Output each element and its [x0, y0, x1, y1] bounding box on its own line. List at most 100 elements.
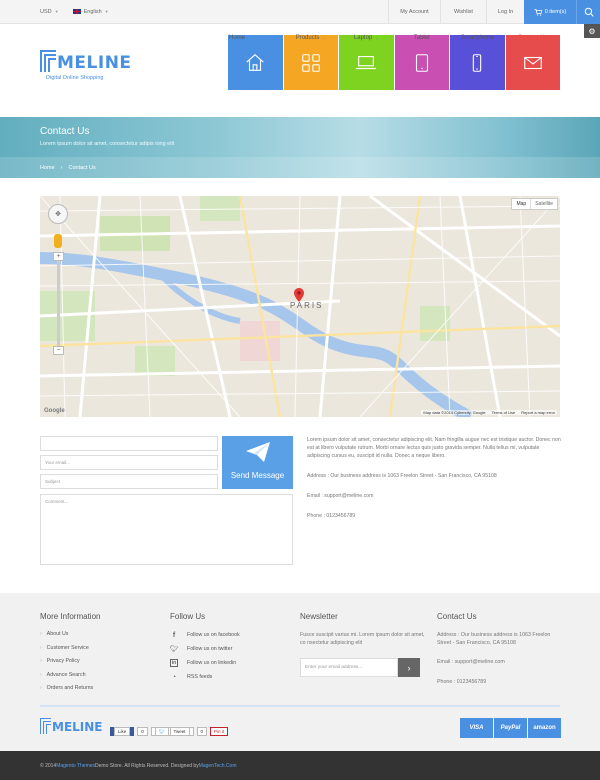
- nav-label-home[interactable]: Home ⌄: [228, 35, 283, 41]
- nav-label-contact[interactable]: Contact Us: [506, 35, 561, 41]
- nav-tile-home[interactable]: [228, 35, 283, 90]
- street-view-pegman-icon[interactable]: [54, 234, 62, 248]
- copyright-middle: Demo Store. All Rights Reserved. Designe…: [95, 762, 199, 769]
- nav-tile-contact[interactable]: [505, 35, 560, 90]
- cart-button[interactable]: 0 item(s): [524, 0, 576, 24]
- nav-label-smartphone[interactable]: Smartphone: [450, 35, 505, 41]
- footer-link-advance-search[interactable]: › Advance Search: [40, 672, 100, 678]
- cart-icon: [534, 8, 542, 16]
- top-bar: USD ▼ English ▼ My Account Wishlist Log In…: [0, 0, 600, 24]
- footer-link-customer-service[interactable]: › Customer Service: [40, 645, 100, 651]
- rss-icon: ◔: [171, 673, 177, 681]
- footer-more-info: More Information › About Us › Customer Ser…: [40, 612, 100, 699]
- footer-link-linkedin[interactable]: in Follow us on linkedin: [170, 659, 240, 667]
- comment-textarea[interactable]: Comment...: [40, 494, 293, 565]
- email-input[interactable]: Your email...: [40, 455, 218, 470]
- visa-badge: VISA: [460, 718, 493, 738]
- map-type-satellite[interactable]: Satellite: [530, 199, 557, 209]
- nav-tile-products[interactable]: [283, 35, 338, 90]
- chevron-down-icon: ▼: [54, 9, 59, 14]
- nav-label-products[interactable]: Products ⌄: [284, 35, 339, 41]
- twitter-icon: 🐦︎: [154, 727, 169, 736]
- flag-icon: [72, 9, 81, 15]
- map-pan-control[interactable]: ✥: [48, 204, 68, 224]
- send-message-label: Send Message: [230, 471, 285, 480]
- nav-label-tablet[interactable]: Tablet: [395, 35, 450, 41]
- chevron-right-icon: ›: [407, 662, 411, 673]
- footer-newsletter-title: Newsletter: [300, 612, 338, 621]
- breadcrumb-home[interactable]: Home: [40, 165, 55, 171]
- breadcrumb-current: Contact Us: [68, 164, 96, 171]
- tweet-button[interactable]: 🐦︎ Tweet: [150, 727, 194, 736]
- map-type-control[interactable]: Map Satellite: [511, 198, 558, 210]
- copyright-prefix: © 2014: [40, 762, 57, 769]
- google-map[interactable]: PARIS Map Satellite ✥ + − Google Map dat…: [40, 196, 560, 417]
- nav-label-laptop[interactable]: Laptop ⌄: [339, 35, 394, 41]
- facebook-like-count: 0: [137, 727, 148, 736]
- contact-info: Lorem ipsum dolor sit amet, consectetur …: [307, 436, 561, 532]
- footer-link-privacy[interactable]: › Privacy Policy: [40, 658, 100, 664]
- chevron-right-icon: ›: [40, 644, 42, 651]
- paper-plane-icon: [246, 442, 270, 462]
- tweet-count: 0: [196, 727, 208, 736]
- footer-logo-name: MELINE: [52, 720, 103, 734]
- login-link[interactable]: Log In: [486, 0, 524, 24]
- laptop-icon: [356, 55, 377, 69]
- nav-tile-laptop[interactable]: [339, 35, 394, 90]
- footer-contact-address: Address : Our business address is 1063 F…: [437, 632, 551, 647]
- footer-link-rss[interactable]: ◔ RSS feeds: [170, 673, 240, 681]
- smartphone-icon: [473, 53, 482, 72]
- map-zoom-in-button[interactable]: +: [53, 252, 64, 261]
- copyright-designer-link[interactable]: MagenTech.Com: [199, 763, 237, 769]
- map-marker-icon[interactable]: [294, 288, 304, 302]
- footer-link-facebook[interactable]: f Follow us on facebook: [170, 631, 240, 639]
- map-terms-link[interactable]: Terms of Use: [492, 410, 516, 415]
- footer-contact-title: Contact Us: [437, 612, 477, 621]
- name-input[interactable]: [40, 436, 218, 451]
- footer-logo[interactable]: MELINE: [40, 718, 103, 738]
- social-share-buttons: Like 0 🐦︎ Tweet 0 Pin it: [110, 727, 229, 736]
- page-title: Contact Us: [40, 126, 90, 137]
- newsletter-email-input[interactable]: Enter your email address...: [300, 658, 398, 677]
- footer-follow-title: Follow Us: [170, 612, 206, 621]
- nav-tile-smartphone[interactable]: [450, 35, 505, 90]
- payment-methods: VISA PayPal amazon: [460, 718, 561, 738]
- language-select[interactable]: English ▼: [72, 9, 109, 15]
- map-zoom-out-button[interactable]: −: [53, 346, 64, 355]
- footer-link-orders-returns[interactable]: › Orders and Returns: [40, 685, 100, 691]
- tablet-icon: [415, 53, 428, 72]
- paypal-badge: PayPal: [494, 718, 527, 738]
- footer-follow-us: Follow Us f Follow us on facebook 🐦︎ Follo…: [170, 612, 240, 689]
- search-icon: [584, 7, 594, 17]
- mail-icon: [523, 56, 542, 69]
- twitter-icon: 🐦︎: [169, 646, 179, 653]
- footer-newsletter: Newsletter Fusce suscipit varius mi. Lor…: [300, 612, 425, 647]
- amazon-badge: amazon: [528, 718, 561, 738]
- search-button[interactable]: [576, 0, 600, 24]
- currency-select[interactable]: USD ▼: [40, 9, 59, 15]
- nav-tile-tablet[interactable]: [394, 35, 449, 90]
- gear-icon[interactable]: ⚙: [584, 24, 600, 38]
- pin-it-button[interactable]: Pin it: [210, 727, 229, 736]
- map-data-credit: Map data ©2014 Cybercity, Google: [423, 410, 486, 415]
- cart-count: 0 item(s): [544, 9, 567, 15]
- subject-input[interactable]: Subject: [40, 474, 218, 489]
- map-type-map[interactable]: Map: [512, 199, 530, 209]
- footer-link-twitter[interactable]: 🐦︎ Follow us on twitter: [170, 645, 240, 653]
- google-logo: Google: [44, 408, 65, 414]
- my-account-link[interactable]: My Account: [388, 0, 440, 24]
- site-logo[interactable]: MELINE Digital Online Shopping: [40, 50, 131, 86]
- page-subtitle: Lorem ipsum dolor sit amet, consectetur …: [40, 141, 175, 147]
- language-label: English: [83, 9, 102, 15]
- copyright-brand-link[interactable]: Magento Themes: [56, 763, 95, 769]
- wishlist-link[interactable]: Wishlist: [440, 0, 486, 24]
- newsletter-submit-button[interactable]: ›: [398, 658, 420, 677]
- footer-link-about[interactable]: › About Us: [40, 631, 100, 637]
- chevron-right-icon: ›: [60, 164, 63, 171]
- home-icon: [246, 53, 264, 71]
- facebook-like-button[interactable]: Like: [110, 727, 135, 736]
- footer-more-info-title: More Information: [40, 612, 101, 621]
- map-report-link[interactable]: Report a map error: [521, 410, 555, 415]
- send-message-button[interactable]: Send Message: [222, 436, 293, 489]
- map-zoom-track[interactable]: [57, 254, 60, 354]
